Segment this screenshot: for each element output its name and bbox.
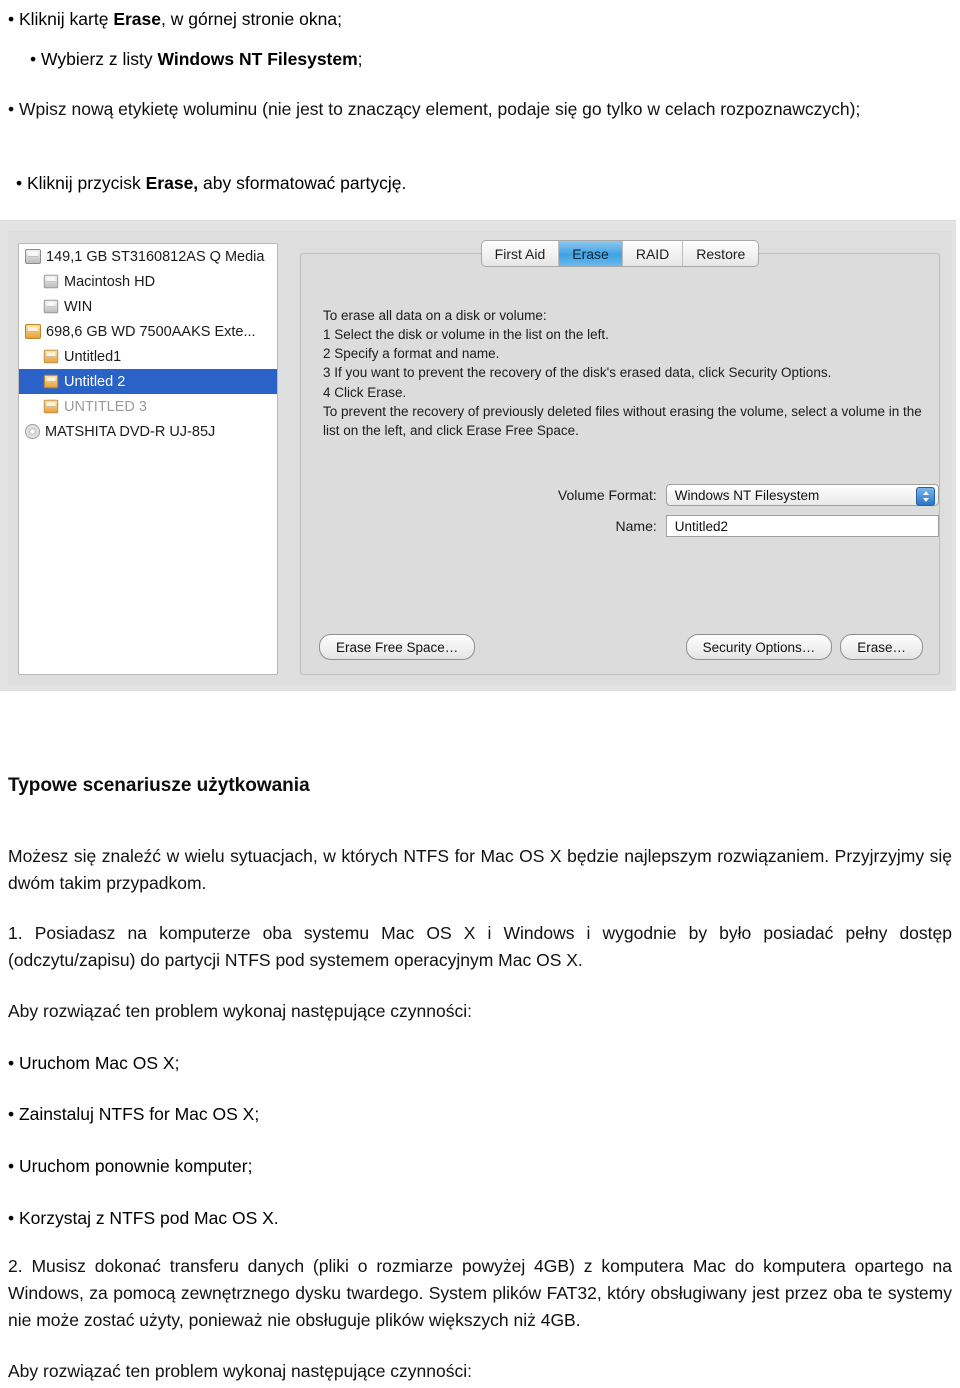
bullet-item-2: • Wybierz z listy Windows NT Filesystem; <box>30 46 952 73</box>
instruction-step-1: 1 Select the disk or volume in the list … <box>323 327 609 343</box>
page-section-heading: Typowe scenariusze użytkowania <box>8 775 310 796</box>
step-item-2: • Zainstaluj NTFS for Mac OS X; <box>8 1104 260 1124</box>
sidebar-item-label: Macintosh HD <box>64 273 156 290</box>
scenario-1-paragraph: 1. Posiadasz na komputerze oba systemu M… <box>8 923 952 971</box>
step-item-1: • Uruchom Mac OS X; <box>8 1053 180 1073</box>
instructions-heading: To erase all data on a disk or volume: <box>323 308 547 323</box>
erase-button-row: Erase Free Space… Security Options… Eras… <box>319 634 923 660</box>
hard-drive-icon <box>25 249 41 264</box>
sidebar-item-optical-drive[interactable]: MATSHITA DVD-R UJ-85J <box>19 419 277 444</box>
step-item-4: • Korzystaj z NTFS pod Mac OS X. <box>8 1208 279 1228</box>
sidebar-item-external-disk[interactable]: 698,6 GB WD 7500AAKS Exte... <box>19 319 277 344</box>
bullet-1-prefix: • Kliknij kartę <box>8 9 114 29</box>
name-input-value: Untitled2 <box>674 518 729 534</box>
volume-format-value: Windows NT Filesystem <box>674 487 820 503</box>
bullet-4-bold: Erase, <box>145 173 199 193</box>
bullet-4-suffix: aby sformatować partycję. <box>198 173 407 193</box>
bullet-2-prefix: • Wybierz z listy <box>30 49 158 69</box>
volume-format-row: Volume Format: Windows NT Filesystem <box>301 484 939 506</box>
bullet-2-bold: Windows NT Filesystem <box>157 49 358 69</box>
erase-form: Volume Format: Windows NT Filesystem Nam… <box>301 484 939 546</box>
instruction-step-3: 3 If you want to prevent the recovery of… <box>323 365 832 381</box>
sidebar-item-disk-1[interactable]: 149,1 GB ST3160812AS Q Media <box>19 244 277 269</box>
chevron-updown-icon[interactable] <box>916 487 935 506</box>
tab-bar: First Aid Erase RAID Restore <box>301 240 939 267</box>
bullet-1-bold: Erase <box>113 9 162 29</box>
sidebar-item-label: Untitled1 <box>64 348 122 365</box>
tab-raid[interactable]: RAID <box>623 241 684 266</box>
erase-free-space-note: To prevent the recovery of previously de… <box>323 404 922 439</box>
tab-restore[interactable]: Restore <box>683 241 758 266</box>
name-row: Name: Untitled2 <box>301 515 939 537</box>
sidebar-item-macintosh-hd[interactable]: Macintosh HD <box>19 269 277 294</box>
volume-icon <box>43 274 59 289</box>
scenario-2-paragraph: 2. Musisz dokonać transferu danych (plik… <box>8 1256 952 1331</box>
erase-button[interactable]: Erase… <box>840 634 923 660</box>
bullet-2-suffix: ; <box>357 49 363 69</box>
bullet-4-prefix: • Kliknij przycisk <box>16 173 146 193</box>
sidebar-item-win[interactable]: WIN <box>19 294 277 319</box>
sidebar-item-label: Untitled 2 <box>64 373 126 390</box>
volume-icon <box>43 299 59 314</box>
tab-first-aid[interactable]: First Aid <box>482 241 560 266</box>
name-input[interactable]: Untitled2 <box>665 515 939 537</box>
name-label: Name: <box>615 518 657 534</box>
bullet-item-1: • Kliknij kartę Erase, w górnej stronie … <box>8 6 952 33</box>
sidebar-item-label: WIN <box>64 298 93 315</box>
erase-instructions: To erase all data on a disk or volume: 1… <box>323 306 921 402</box>
volume-format-label: Volume Format: <box>557 487 657 503</box>
optical-disc-icon <box>25 424 40 439</box>
volume-icon <box>43 399 59 414</box>
instruction-step-4: 4 Click Erase. <box>323 384 407 400</box>
instruction-step-2: 2 Specify a format and name. <box>323 346 500 362</box>
sidebar-item-label: 149,1 GB ST3160812AS Q Media <box>46 248 265 265</box>
disk-list-sidebar[interactable]: 149,1 GB ST3160812AS Q Media Macintosh H… <box>18 243 278 675</box>
bullet-item-3: • Wpisz nową etykietę woluminu (nie jest… <box>8 99 861 119</box>
solution-lead-1: Aby rozwiązać ten problem wykonaj następ… <box>8 1001 472 1021</box>
intro-paragraph: Możesz się znaleźć w wielu sytuacjach, w… <box>8 846 952 894</box>
bullet-1-suffix: , w górnej stronie okna; <box>161 9 342 29</box>
disk-utility-window: 149,1 GB ST3160812AS Q Media Macintosh H… <box>8 231 952 685</box>
step-item-3: • Uruchom ponownie komputer; <box>8 1156 253 1176</box>
sidebar-item-untitled1[interactable]: Untitled1 <box>19 344 277 369</box>
external-drive-icon <box>25 324 41 339</box>
tab-erase[interactable]: Erase <box>559 241 623 266</box>
sidebar-item-untitled-2[interactable]: Untitled 2 <box>19 369 277 394</box>
security-options-button[interactable]: Security Options… <box>685 634 833 660</box>
sidebar-item-label: UNTITLED 3 <box>64 398 147 415</box>
bullet-item-4: • Kliknij przycisk Erase, aby sformatowa… <box>16 170 952 197</box>
solution-lead-2: Aby rozwiązać ten problem wykonaj następ… <box>8 1361 472 1381</box>
tab-group: First Aid Erase RAID Restore <box>480 240 760 267</box>
erase-panel: First Aid Erase RAID Restore To erase al… <box>300 240 940 675</box>
volume-format-select[interactable]: Windows NT Filesystem <box>665 484 939 506</box>
sidebar-item-label: 698,6 GB WD 7500AAKS Exte... <box>46 323 256 340</box>
sidebar-item-untitled-3[interactable]: UNTITLED 3 <box>19 394 277 419</box>
disk-utility-screenshot: 149,1 GB ST3160812AS Q Media Macintosh H… <box>0 220 956 691</box>
volume-icon <box>43 374 59 389</box>
erase-free-space-button[interactable]: Erase Free Space… <box>319 634 476 660</box>
sidebar-item-label: MATSHITA DVD-R UJ-85J <box>45 423 216 440</box>
volume-icon <box>43 349 59 364</box>
